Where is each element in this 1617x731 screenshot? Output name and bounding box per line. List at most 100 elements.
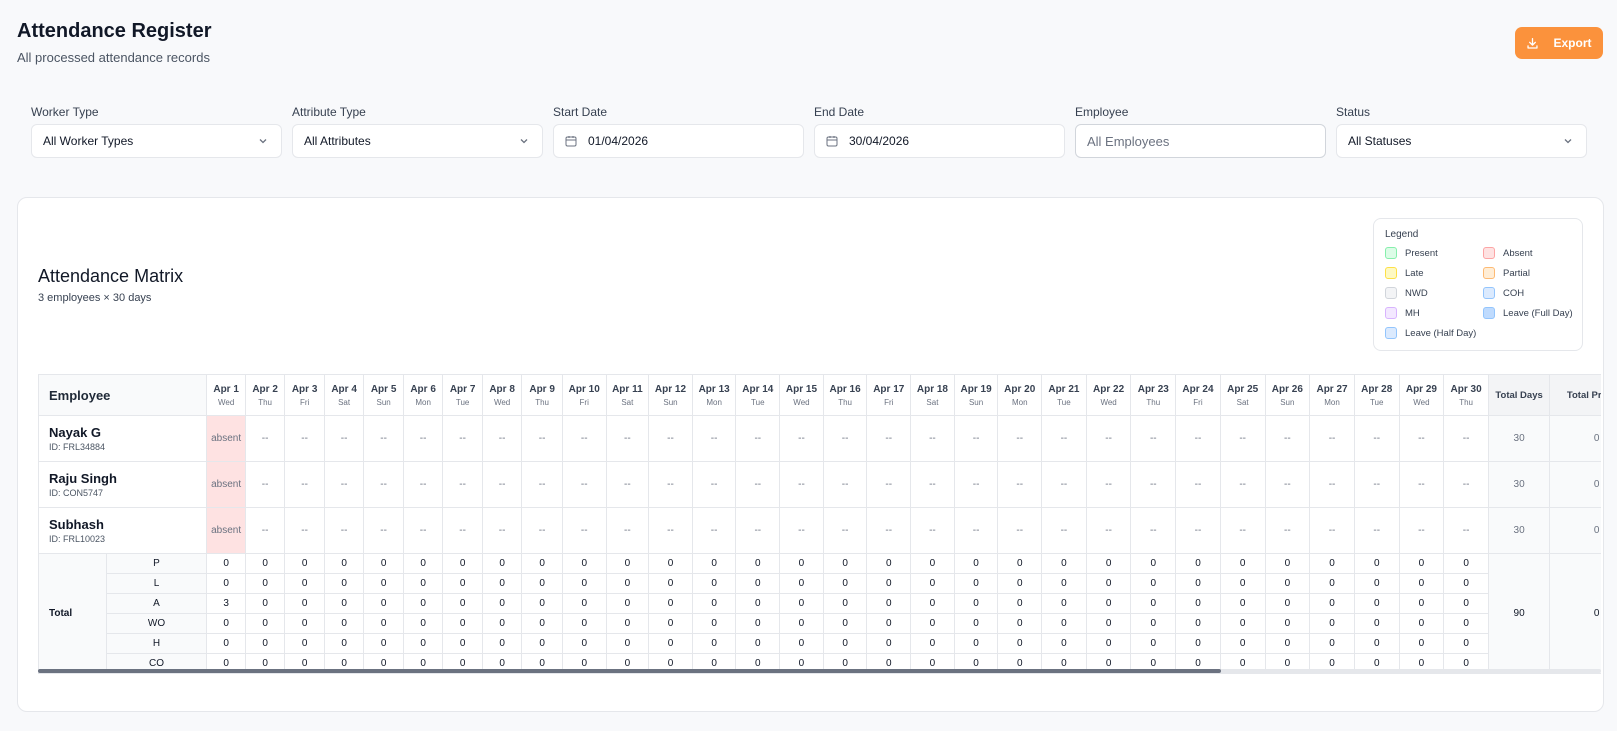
attendance-cell[interactable]: -- xyxy=(866,461,912,508)
attendance-cell[interactable]: -- xyxy=(284,461,325,508)
attendance-cell[interactable]: -- xyxy=(1130,461,1177,508)
attendance-cell[interactable]: -- xyxy=(1309,461,1355,508)
attendance-cell[interactable]: absent xyxy=(206,461,246,508)
matrix-table-scroll[interactable]: Employee Apr 1 Wed Apr 2 Thu Apr 3 Fri Apr 4 Sat… xyxy=(38,374,1601,684)
attendance-cell[interactable]: -- xyxy=(561,415,607,462)
employee-cell[interactable]: Subhash ID: FRL10023 xyxy=(38,507,208,554)
attendance-cell[interactable]: -- xyxy=(910,461,955,508)
attendance-cell[interactable]: -- xyxy=(521,507,563,554)
attendance-cell[interactable]: -- xyxy=(953,507,999,554)
start-date-input[interactable]: 01/04/2026 xyxy=(553,124,804,158)
worker-type-select[interactable]: All Worker Types xyxy=(31,124,282,158)
attendance-cell[interactable]: -- xyxy=(363,461,404,508)
employee-cell[interactable]: Nayak G ID: FRL34884 xyxy=(38,415,208,462)
employee-search-input[interactable]: All Employees xyxy=(1075,124,1326,158)
attribute-type-select[interactable]: All Attributes xyxy=(292,124,543,158)
attendance-cell[interactable]: -- xyxy=(648,415,693,462)
attendance-cell[interactable]: -- xyxy=(442,461,483,508)
attendance-cell[interactable]: -- xyxy=(953,461,999,508)
attendance-cell[interactable]: -- xyxy=(1309,415,1355,462)
attendance-cell[interactable]: -- xyxy=(866,507,912,554)
attendance-cell[interactable]: -- xyxy=(1041,507,1087,554)
attendance-cell[interactable]: -- xyxy=(284,507,325,554)
attendance-cell[interactable]: -- xyxy=(1130,415,1177,462)
attendance-cell[interactable]: -- xyxy=(1175,507,1221,554)
attendance-cell[interactable]: -- xyxy=(910,507,955,554)
attendance-cell[interactable]: -- xyxy=(363,415,404,462)
attendance-cell[interactable]: absent xyxy=(206,415,246,462)
export-button[interactable]: Export xyxy=(1515,27,1603,59)
attendance-cell[interactable]: -- xyxy=(1130,507,1177,554)
attendance-cell[interactable]: -- xyxy=(244,415,286,462)
horizontal-scrollbar[interactable] xyxy=(38,669,1601,673)
attendance-cell[interactable]: -- xyxy=(561,507,607,554)
attendance-cell[interactable]: -- xyxy=(1443,461,1489,508)
attendance-cell[interactable]: -- xyxy=(442,507,483,554)
attendance-cell[interactable]: -- xyxy=(735,415,781,462)
attendance-cell[interactable]: -- xyxy=(284,415,325,462)
attendance-cell[interactable]: -- xyxy=(648,461,693,508)
attendance-cell[interactable]: -- xyxy=(402,461,444,508)
attendance-cell[interactable]: -- xyxy=(691,507,737,554)
attendance-cell[interactable]: -- xyxy=(953,415,999,462)
attendance-cell[interactable]: -- xyxy=(323,461,365,508)
attendance-cell[interactable]: -- xyxy=(323,507,365,554)
attendance-cell[interactable]: -- xyxy=(481,507,523,554)
attendance-cell[interactable]: -- xyxy=(605,461,650,508)
attendance-cell[interactable]: -- xyxy=(1264,461,1311,508)
attendance-cell[interactable]: -- xyxy=(1309,507,1355,554)
attendance-cell[interactable]: -- xyxy=(822,461,868,508)
attendance-cell[interactable]: -- xyxy=(997,415,1043,462)
attendance-cell[interactable]: -- xyxy=(1085,461,1132,508)
attendance-cell[interactable]: -- xyxy=(735,507,781,554)
attendance-cell[interactable]: -- xyxy=(442,415,483,462)
attendance-cell[interactable]: -- xyxy=(244,507,286,554)
attendance-cell[interactable]: -- xyxy=(244,461,286,508)
attendance-cell[interactable]: -- xyxy=(1443,507,1489,554)
attendance-cell[interactable]: -- xyxy=(1398,461,1445,508)
end-date-input[interactable]: 30/04/2026 xyxy=(814,124,1065,158)
attendance-cell[interactable]: -- xyxy=(605,415,650,462)
attendance-cell[interactable]: -- xyxy=(691,415,737,462)
attendance-cell[interactable]: -- xyxy=(1264,415,1311,462)
attendance-cell[interactable]: -- xyxy=(1219,461,1266,508)
attendance-cell[interactable]: -- xyxy=(779,461,824,508)
attendance-cell[interactable]: -- xyxy=(1398,415,1445,462)
attendance-cell[interactable]: -- xyxy=(605,507,650,554)
attendance-cell[interactable]: -- xyxy=(648,507,693,554)
attendance-cell[interactable]: -- xyxy=(1175,415,1221,462)
attendance-cell[interactable]: -- xyxy=(402,415,444,462)
attendance-cell[interactable]: -- xyxy=(1264,507,1311,554)
attendance-cell[interactable]: -- xyxy=(866,415,912,462)
attendance-cell[interactable]: -- xyxy=(481,415,523,462)
attendance-cell[interactable]: -- xyxy=(997,461,1043,508)
attendance-cell[interactable]: -- xyxy=(822,415,868,462)
attendance-cell[interactable]: -- xyxy=(1041,415,1087,462)
attendance-cell[interactable]: -- xyxy=(323,415,365,462)
attendance-cell[interactable]: -- xyxy=(1085,507,1132,554)
attendance-cell[interactable]: -- xyxy=(402,507,444,554)
attendance-cell[interactable]: -- xyxy=(997,507,1043,554)
attendance-cell[interactable]: -- xyxy=(1041,461,1087,508)
attendance-cell[interactable]: -- xyxy=(1353,415,1400,462)
attendance-cell[interactable]: -- xyxy=(1353,461,1400,508)
attendance-cell[interactable]: -- xyxy=(910,415,955,462)
attendance-cell[interactable]: -- xyxy=(363,507,404,554)
attendance-cell[interactable]: -- xyxy=(561,461,607,508)
status-select[interactable]: All Statuses xyxy=(1336,124,1587,158)
attendance-cell[interactable]: -- xyxy=(779,415,824,462)
attendance-cell[interactable]: -- xyxy=(779,507,824,554)
attendance-cell[interactable]: -- xyxy=(481,461,523,508)
employee-cell[interactable]: Raju Singh ID: CON5747 xyxy=(38,461,208,508)
attendance-cell[interactable]: -- xyxy=(1085,415,1132,462)
attendance-cell[interactable]: -- xyxy=(1219,507,1266,554)
attendance-cell[interactable]: -- xyxy=(521,415,563,462)
attendance-cell[interactable]: -- xyxy=(1443,415,1489,462)
attendance-cell[interactable]: -- xyxy=(1398,507,1445,554)
attendance-cell[interactable]: -- xyxy=(1219,415,1266,462)
attendance-cell[interactable]: -- xyxy=(691,461,737,508)
attendance-cell[interactable]: -- xyxy=(1175,461,1221,508)
attendance-cell[interactable]: -- xyxy=(735,461,781,508)
attendance-cell[interactable]: -- xyxy=(521,461,563,508)
attendance-cell[interactable]: absent xyxy=(206,507,246,554)
